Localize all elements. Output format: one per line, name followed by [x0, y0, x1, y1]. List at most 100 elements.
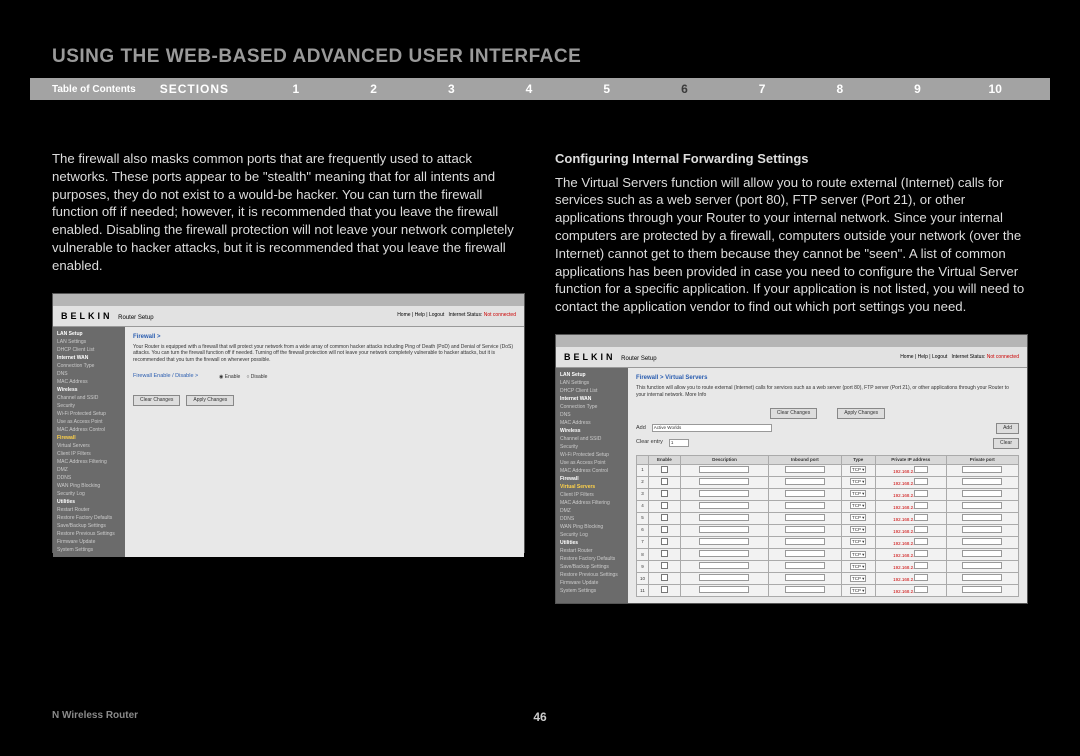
inbound-input[interactable]: [785, 586, 825, 593]
type-select[interactable]: TCP ▾: [850, 575, 866, 582]
enable-checkbox[interactable]: [661, 538, 668, 545]
type-select[interactable]: TCP ▾: [850, 526, 866, 533]
vs-desc: This function will allow you to route ex…: [636, 385, 1019, 398]
inbound-input[interactable]: [785, 550, 825, 557]
section-9[interactable]: 9: [879, 82, 957, 96]
table-row: 11TCP ▾192.168.2.: [637, 585, 1019, 597]
clear-entry-select[interactable]: 1: [669, 439, 689, 447]
type-select[interactable]: TCP ▾: [850, 490, 866, 497]
section-1[interactable]: 1: [257, 82, 335, 96]
ip-input[interactable]: [914, 550, 928, 557]
enable-checkbox[interactable]: [661, 586, 668, 593]
add-button[interactable]: Add: [996, 423, 1019, 434]
inbound-input[interactable]: [785, 490, 825, 497]
private-port-input[interactable]: [962, 502, 1002, 509]
router-setup-label: Router Setup: [118, 315, 153, 321]
section-3[interactable]: 3: [412, 82, 490, 96]
page-number: 46: [533, 710, 546, 724]
add-select[interactable]: Active Worlds: [652, 424, 772, 432]
ip-input[interactable]: [914, 586, 928, 593]
ip-input[interactable]: [914, 502, 928, 509]
ip-input[interactable]: [914, 478, 928, 485]
toc-link[interactable]: Table of Contents: [30, 84, 160, 95]
section-7[interactable]: 7: [723, 82, 801, 96]
inbound-input[interactable]: [785, 514, 825, 521]
desc-input[interactable]: [699, 526, 749, 533]
desc-input[interactable]: [699, 466, 749, 473]
inbound-input[interactable]: [785, 574, 825, 581]
belkin-logo: BELKIN: [564, 352, 616, 362]
type-select[interactable]: TCP ▾: [850, 502, 866, 509]
enable-checkbox[interactable]: [661, 478, 668, 485]
inbound-input[interactable]: [785, 478, 825, 485]
type-select[interactable]: TCP ▾: [850, 466, 866, 473]
desc-input[interactable]: [699, 574, 749, 581]
private-port-input[interactable]: [962, 526, 1002, 533]
private-port-input[interactable]: [962, 538, 1002, 545]
enable-checkbox[interactable]: [661, 466, 668, 473]
inbound-input[interactable]: [785, 466, 825, 473]
screenshot-firewall: BELKIN Router Setup Home | Help | Logout…: [52, 293, 525, 553]
section-8[interactable]: 8: [801, 82, 879, 96]
desc-input[interactable]: [699, 562, 749, 569]
private-port-input[interactable]: [962, 550, 1002, 557]
enable-checkbox[interactable]: [661, 574, 668, 581]
type-select[interactable]: TCP ▾: [850, 514, 866, 521]
ip-input[interactable]: [914, 490, 928, 497]
desc-input[interactable]: [699, 586, 749, 593]
radio-disable[interactable]: ○ Disable: [246, 374, 267, 381]
private-port-input[interactable]: [962, 490, 1002, 497]
desc-input[interactable]: [699, 550, 749, 557]
enable-checkbox[interactable]: [661, 514, 668, 521]
nav-bar: Table of Contents SECTIONS 1 2 3 4 5 6 7…: [30, 78, 1050, 100]
page-title: USING THE WEB-BASED ADVANCED USER INTERF…: [0, 0, 1080, 78]
section-2[interactable]: 2: [335, 82, 413, 96]
section-5[interactable]: 5: [568, 82, 646, 96]
private-port-input[interactable]: [962, 562, 1002, 569]
private-port-input[interactable]: [962, 586, 1002, 593]
enable-checkbox[interactable]: [661, 562, 668, 569]
section-6[interactable]: 6: [646, 82, 724, 96]
enable-checkbox[interactable]: [661, 550, 668, 557]
section-10[interactable]: 10: [956, 82, 1034, 96]
header-links: Home | Help | Logout Internet Status: No…: [397, 312, 516, 319]
desc-input[interactable]: [699, 514, 749, 521]
enable-checkbox[interactable]: [661, 502, 668, 509]
private-port-input[interactable]: [962, 574, 1002, 581]
clear-changes-button[interactable]: Clear Changes: [133, 395, 180, 406]
status-value: Not connected: [987, 354, 1019, 360]
ip-input[interactable]: [914, 514, 928, 521]
type-select[interactable]: TCP ▾: [850, 587, 866, 594]
clear-entry-button[interactable]: Clear: [993, 438, 1019, 449]
desc-input[interactable]: [699, 478, 749, 485]
desc-input[interactable]: [699, 490, 749, 497]
enable-checkbox[interactable]: [661, 526, 668, 533]
enable-checkbox[interactable]: [661, 490, 668, 497]
type-select[interactable]: TCP ▾: [850, 551, 866, 558]
section-4[interactable]: 4: [490, 82, 568, 96]
ip-input[interactable]: [914, 562, 928, 569]
type-select[interactable]: TCP ▾: [850, 563, 866, 570]
clear-changes-button[interactable]: Clear Changes: [770, 408, 817, 419]
table-row: 9TCP ▾192.168.2.: [637, 561, 1019, 573]
virtual-servers-paragraph: The Virtual Servers function will allow …: [555, 174, 1028, 317]
apply-changes-button[interactable]: Apply Changes: [837, 408, 885, 419]
inbound-input[interactable]: [785, 502, 825, 509]
inbound-input[interactable]: [785, 562, 825, 569]
inbound-input[interactable]: [785, 538, 825, 545]
private-port-input[interactable]: [962, 514, 1002, 521]
ip-input[interactable]: [914, 466, 928, 473]
inbound-input[interactable]: [785, 526, 825, 533]
desc-input[interactable]: [699, 502, 749, 509]
private-port-input[interactable]: [962, 466, 1002, 473]
type-select[interactable]: TCP ▾: [850, 538, 866, 545]
radio-enable[interactable]: ◉ Enable: [219, 374, 240, 381]
ip-input[interactable]: [914, 538, 928, 545]
ip-input[interactable]: [914, 526, 928, 533]
private-port-input[interactable]: [962, 478, 1002, 485]
apply-changes-button[interactable]: Apply Changes: [186, 395, 234, 406]
type-select[interactable]: TCP ▾: [850, 478, 866, 485]
desc-input[interactable]: [699, 538, 749, 545]
ip-input[interactable]: [914, 574, 928, 581]
belkin-logo: BELKIN: [61, 311, 113, 321]
